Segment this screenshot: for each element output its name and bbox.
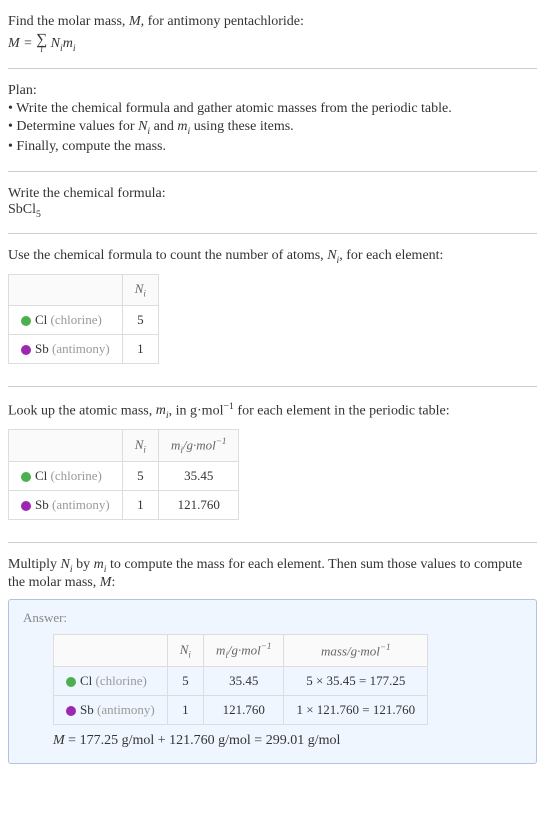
n-cell: 1 (167, 695, 203, 724)
element-dot-icon (21, 316, 31, 326)
table-header-mass: mass/g·mol−1 (284, 634, 428, 666)
element-cell: Sb (antimony) (54, 695, 168, 724)
divider (8, 68, 537, 69)
element-cell: Sb (antimony) (9, 334, 123, 363)
n-cell: 5 (122, 462, 158, 491)
table-header-N: Ni (122, 275, 158, 306)
formula-M: M (8, 36, 20, 51)
answer-label: Answer: (23, 610, 522, 626)
count-text: Use the chemical formula to count the nu… (8, 248, 537, 266)
element-dot-icon (66, 677, 76, 687)
element-dot-icon (21, 345, 31, 355)
table-row: Cl (chlorine) 5 35.45 5 × 35.45 = 177.25 (54, 666, 428, 695)
element-cell: Cl (chlorine) (9, 462, 123, 491)
mass-section: Look up the atomic mass, mi, in g·mol−1 … (8, 395, 537, 534)
plan-bullet-2: • Determine values for Ni and mi using t… (8, 119, 537, 137)
element-cell: Cl (chlorine) (54, 666, 168, 695)
n-cell: 1 (122, 334, 158, 363)
mass-table: Ni mi/g·mol−1 Cl (chlorine) 5 35.45 Sb (… (8, 429, 239, 520)
divider (8, 542, 537, 543)
n-cell: 5 (167, 666, 203, 695)
table-header-empty (54, 634, 168, 666)
table-row: Sb (antimony) 1 (9, 334, 159, 363)
table-header-m: mi/g·mol−1 (203, 634, 283, 666)
element-cell: Cl (chlorine) (9, 305, 123, 334)
n-cell: 1 (122, 491, 158, 520)
table-row: Sb (antimony) 1 121.760 1 × 121.760 = 12… (54, 695, 428, 724)
plan-bullet-1: • Write the chemical formula and gather … (8, 101, 537, 117)
table-header-m: mi/g·mol−1 (158, 430, 238, 462)
m-cell: 121.760 (158, 491, 238, 520)
final-result: M = 177.25 g/mol + 121.760 g/mol = 299.0… (53, 733, 522, 749)
multiply-section: Multiply Ni by mi to compute the mass fo… (8, 551, 537, 778)
table-header-N: Ni (122, 430, 158, 462)
mass-text: Look up the atomic mass, mi, in g·mol−1 … (8, 401, 537, 421)
m-cell: 35.45 (158, 462, 238, 491)
multiply-text: Multiply Ni by mi to compute the mass fo… (8, 557, 537, 591)
intro-M: M (129, 14, 141, 29)
m-cell: 35.45 (203, 666, 283, 695)
table-header-empty (9, 430, 123, 462)
count-section: Use the chemical formula to count the nu… (8, 242, 537, 377)
answer-box: Answer: Ni mi/g·mol−1 mass/g·mol−1 Cl (c… (8, 599, 537, 764)
table-header-row: Ni (9, 275, 159, 306)
n-cell: 5 (122, 305, 158, 334)
sigma-icon: ∑i (36, 34, 47, 54)
table-row: Cl (chlorine) 5 35.45 (9, 462, 239, 491)
divider (8, 171, 537, 172)
formula-m: m (63, 36, 73, 51)
calc-cell: 1 × 121.760 = 121.760 (284, 695, 428, 724)
table-row: Cl (chlorine) 5 (9, 305, 159, 334)
intro-section: Find the molar mass, M, for antimony pen… (8, 8, 537, 60)
intro-line: Find the molar mass, M, for antimony pen… (8, 14, 537, 30)
intro-suffix: , for antimony pentachloride: (141, 14, 304, 29)
element-dot-icon (21, 472, 31, 482)
table-row: Sb (antimony) 1 121.760 (9, 491, 239, 520)
chemical-formula-title: Write the chemical formula: (8, 186, 537, 202)
formula-N: N (51, 36, 60, 51)
element-cell: Sb (antimony) (9, 491, 123, 520)
molar-mass-formula: M = ∑i Nimi (8, 34, 537, 54)
intro-prefix: Find the molar mass, (8, 14, 129, 29)
element-dot-icon (21, 501, 31, 511)
formula-eq: = (20, 36, 36, 51)
chemical-formula-section: Write the chemical formula: SbCl5 (8, 180, 537, 226)
chemical-formula: SbCl5 (8, 202, 537, 220)
element-dot-icon (66, 706, 76, 716)
answer-table: Ni mi/g·mol−1 mass/g·mol−1 Cl (chlorine)… (53, 634, 428, 725)
m-cell: 121.760 (203, 695, 283, 724)
plan-bullet-3: • Finally, compute the mass. (8, 139, 537, 155)
table-header-empty (9, 275, 123, 306)
calc-cell: 5 × 35.45 = 177.25 (284, 666, 428, 695)
table-header-N: Ni (167, 634, 203, 666)
divider (8, 386, 537, 387)
plan-title: Plan: (8, 83, 537, 99)
plan-section: Plan: • Write the chemical formula and g… (8, 77, 537, 163)
table-header-row: Ni mi/g·mol−1 mass/g·mol−1 (54, 634, 428, 666)
divider (8, 233, 537, 234)
count-table: Ni Cl (chlorine) 5 Sb (antimony) 1 (8, 274, 159, 364)
table-header-row: Ni mi/g·mol−1 (9, 430, 239, 462)
